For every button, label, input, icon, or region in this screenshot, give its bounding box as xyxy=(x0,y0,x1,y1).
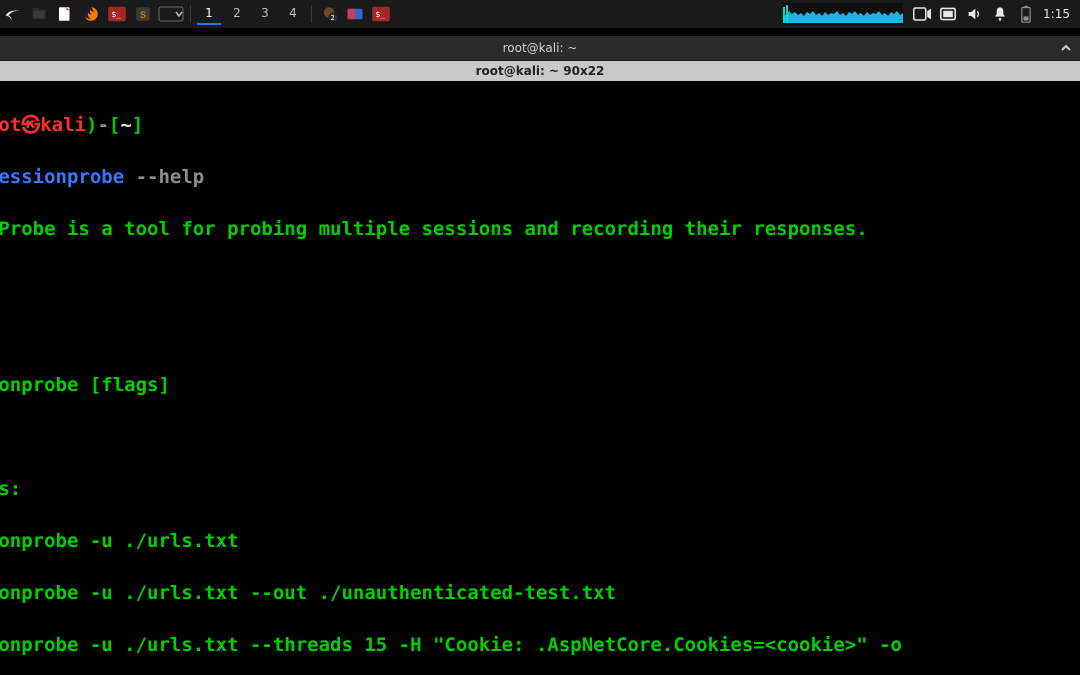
volume-icon[interactable] xyxy=(961,0,987,28)
command-name: sessionprobe xyxy=(0,166,124,188)
example-line: ssionprobe -u ./urls.txt xyxy=(0,528,1080,554)
window-up-icon[interactable] xyxy=(1058,40,1074,56)
tray-app-1-icon[interactable]: 2 xyxy=(316,0,342,28)
usage-line: ssionprobe [flags] xyxy=(0,372,1080,398)
sublime-icon[interactable]: S xyxy=(130,0,156,28)
terminal-window: root@kali: ~ root@kali: ~ 90x22 (root㉿ka… xyxy=(0,36,1080,675)
workspace-label: 3 xyxy=(261,6,269,20)
window-titlebar[interactable]: root@kali: ~ xyxy=(0,36,1080,61)
svg-text:$_: $_ xyxy=(375,10,385,19)
separator xyxy=(311,5,312,23)
workspace-overview-icon[interactable] xyxy=(935,0,961,28)
workspace-label: 1 xyxy=(205,6,213,20)
clock[interactable]: 1:15 xyxy=(1039,7,1080,21)
dropdown-icon[interactable] xyxy=(156,0,186,28)
tray-terminal-icon[interactable]: $_ xyxy=(368,0,394,28)
svg-text:$_: $_ xyxy=(111,10,121,19)
help-description: ionProbe is a tool for probing multiple … xyxy=(0,216,1080,242)
tray-app-2-icon[interactable] xyxy=(342,0,368,28)
separator xyxy=(190,5,191,23)
files-icon[interactable] xyxy=(26,0,52,28)
workspace-1[interactable]: 1 xyxy=(197,3,221,25)
terminal-tabbar[interactable]: root@kali: ~ 90x22 xyxy=(0,61,1080,81)
battery-icon[interactable] xyxy=(1013,0,1039,28)
clock-text: 1:15 xyxy=(1043,7,1070,21)
workspace-label: 4 xyxy=(289,6,297,20)
taskbar: $_ S 1 2 3 4 2 $_ xyxy=(0,0,1080,28)
terminal-tab-title: root@kali: ~ 90x22 xyxy=(476,64,605,78)
terminal-icon[interactable]: $_ xyxy=(104,0,130,28)
workspace-4[interactable]: 4 xyxy=(281,3,305,25)
workspace-3[interactable]: 3 xyxy=(253,3,277,25)
svg-text:2: 2 xyxy=(331,14,335,22)
window-title: root@kali: ~ xyxy=(503,41,578,55)
firefox-icon[interactable] xyxy=(78,0,104,28)
usage-header: e: xyxy=(0,320,1080,346)
example-line: ssionprobe -u ./urls.txt --out ./unauthe… xyxy=(0,580,1080,606)
workspace-label: 2 xyxy=(233,6,241,20)
screen-record-icon[interactable] xyxy=(909,0,935,28)
prompt-user: root xyxy=(0,114,21,136)
notifications-icon[interactable] xyxy=(987,0,1013,28)
svg-text:S: S xyxy=(140,10,146,20)
skull-icon: ㉿ xyxy=(21,114,40,136)
command-line: # sessionprobe --help xyxy=(0,164,1080,190)
examples-header: ples: xyxy=(0,476,1080,502)
terminal-body[interactable]: (root㉿kali)-[~] # sessionprobe --help io… xyxy=(0,80,1080,675)
text-editor-icon[interactable] xyxy=(52,0,78,28)
command-args: --help xyxy=(124,166,204,188)
prompt-host: kali xyxy=(40,114,86,136)
example-line: ssionprobe -u ./urls.txt --threads 15 -H… xyxy=(0,632,1080,658)
prompt-cwd: ~ xyxy=(120,114,131,136)
kali-menu-icon[interactable] xyxy=(0,0,26,28)
network-graph[interactable] xyxy=(783,3,903,25)
workspace-2[interactable]: 2 xyxy=(225,3,249,25)
prompt-line: (root㉿kali)-[~] xyxy=(0,112,1080,138)
